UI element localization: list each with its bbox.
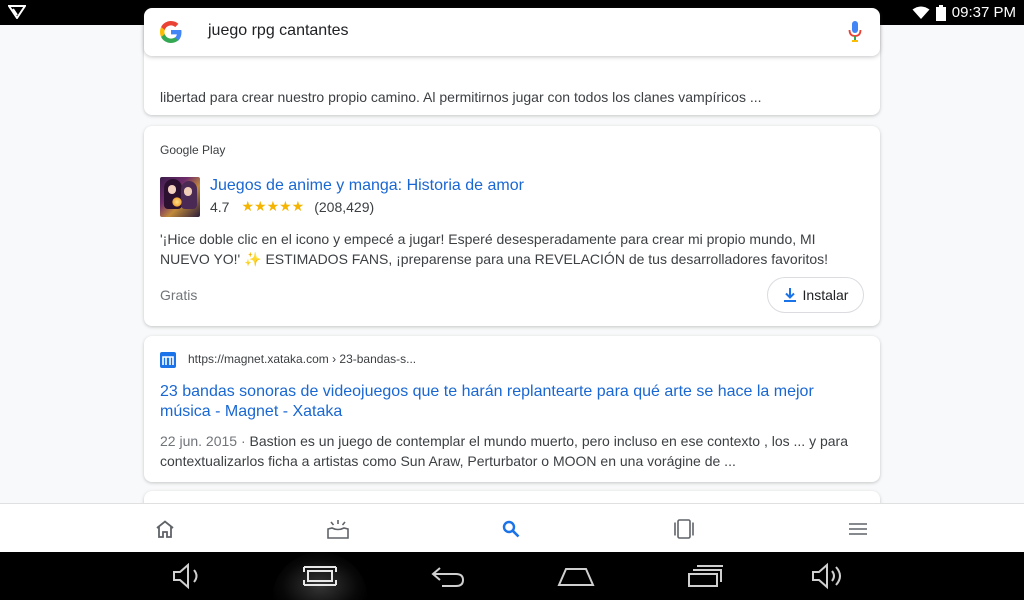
- app-description: '¡Hice doble clic en el icono y empecé a…: [160, 229, 866, 269]
- results-scroll-area[interactable]: libertad para crear nuestro propio camin…: [0, 25, 1024, 503]
- app-rating-row: 4.7 ★★★★★ (208,429): [210, 198, 374, 215]
- recents-icon[interactable]: [683, 560, 727, 592]
- screenshot-icon[interactable]: [298, 560, 342, 592]
- rating-value: 4.7: [210, 198, 230, 215]
- wifi-icon: [912, 6, 930, 19]
- result-url[interactable]: https://magnet.xataka.com › 23-bandas-s.…: [188, 352, 416, 366]
- web-result-card[interactable]: https://magnet.xataka.com › 23-bandas-s.…: [144, 336, 880, 482]
- magnet-favicon-icon: [160, 352, 176, 368]
- download-icon: [783, 288, 796, 302]
- result-card-next[interactable]: [144, 491, 880, 503]
- volume-up-icon[interactable]: [808, 560, 852, 592]
- result-snippet: 22 jun. 2015 · Bastion es un juego de co…: [160, 431, 866, 471]
- status-icons: 09:37 PM: [912, 3, 1016, 22]
- volume-down-icon[interactable]: [166, 560, 210, 592]
- discover-icon[interactable]: [325, 516, 351, 542]
- search-icon[interactable]: [498, 516, 524, 542]
- search-bar[interactable]: juego rpg cantantes: [144, 8, 880, 56]
- result-snippet-text: Bastion es un juego de contemplar el mun…: [160, 433, 848, 469]
- app-thumbnail[interactable]: [160, 177, 200, 217]
- rating-count: (208,429): [314, 198, 375, 215]
- microphone-icon[interactable]: [848, 20, 862, 42]
- app-description-part: ESTIMADOS FANS, ¡preparense para una REV…: [261, 251, 829, 267]
- app-logo-icon: [8, 5, 26, 19]
- battery-icon: [935, 4, 946, 21]
- result-date: 22 jun. 2015 ·: [160, 433, 250, 449]
- rating-stars-icon: ★★★★★: [241, 198, 305, 214]
- back-icon[interactable]: [426, 560, 470, 592]
- install-button-label: Instalar: [802, 287, 849, 303]
- home-icon[interactable]: [554, 560, 598, 592]
- search-query[interactable]: juego rpg cantantes: [208, 22, 349, 40]
- app-bottom-nav: [0, 503, 1024, 552]
- tabs-icon[interactable]: [671, 516, 697, 542]
- status-time: 09:37 PM: [951, 4, 1016, 21]
- result-snippet: libertad para crear nuestro propio camin…: [160, 89, 762, 105]
- menu-icon[interactable]: [845, 516, 871, 542]
- google-play-card[interactable]: Google Play Juegos de anime y manga: His…: [144, 126, 880, 326]
- app-title-link[interactable]: Juegos de anime y manga: Historia de amo…: [210, 177, 524, 195]
- card-source-label: Google Play: [160, 143, 226, 157]
- system-nav-bar: [0, 552, 1024, 600]
- result-title-link[interactable]: 23 bandas sonoras de videojuegos que te …: [160, 382, 860, 422]
- google-logo-icon: [160, 21, 182, 43]
- sparkle-emoji-icon: ✨: [244, 251, 262, 267]
- install-button[interactable]: Instalar: [767, 277, 864, 313]
- app-price: Gratis: [160, 287, 198, 303]
- app-description-part: YO!': [213, 251, 245, 267]
- home-icon[interactable]: [152, 516, 178, 542]
